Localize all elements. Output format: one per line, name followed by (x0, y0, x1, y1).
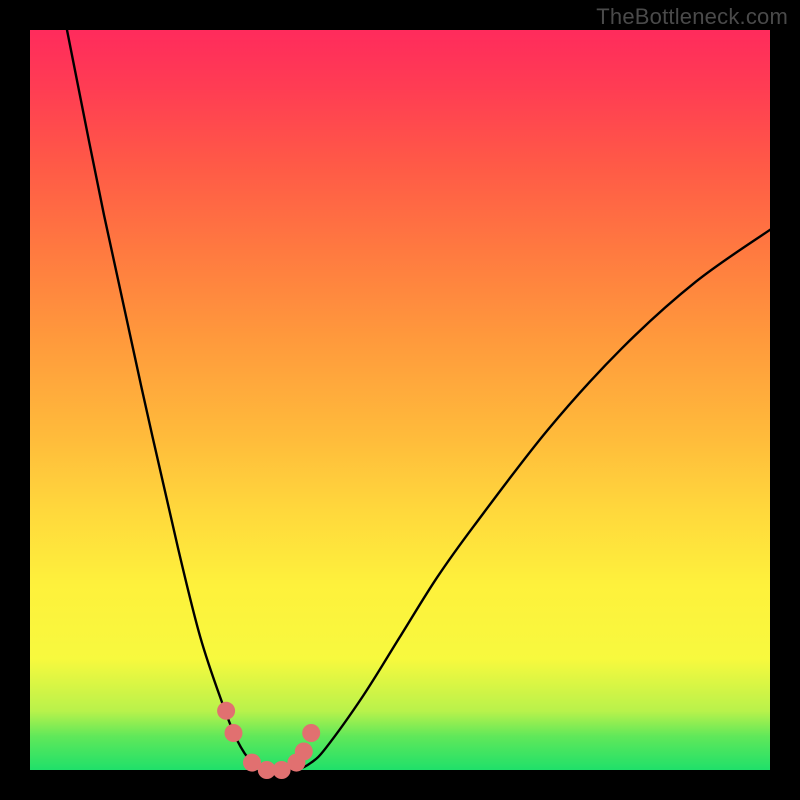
highlight-point (225, 724, 243, 742)
highlight-point (295, 743, 313, 761)
plot-area (30, 30, 770, 770)
chart-frame: TheBottleneck.com (0, 0, 800, 800)
watermark-text: TheBottleneck.com (596, 4, 788, 30)
curve-path (67, 30, 770, 771)
curve-layer (30, 30, 770, 770)
bottleneck-curve (67, 30, 770, 771)
highlight-point (302, 724, 320, 742)
highlight-point (217, 702, 235, 720)
